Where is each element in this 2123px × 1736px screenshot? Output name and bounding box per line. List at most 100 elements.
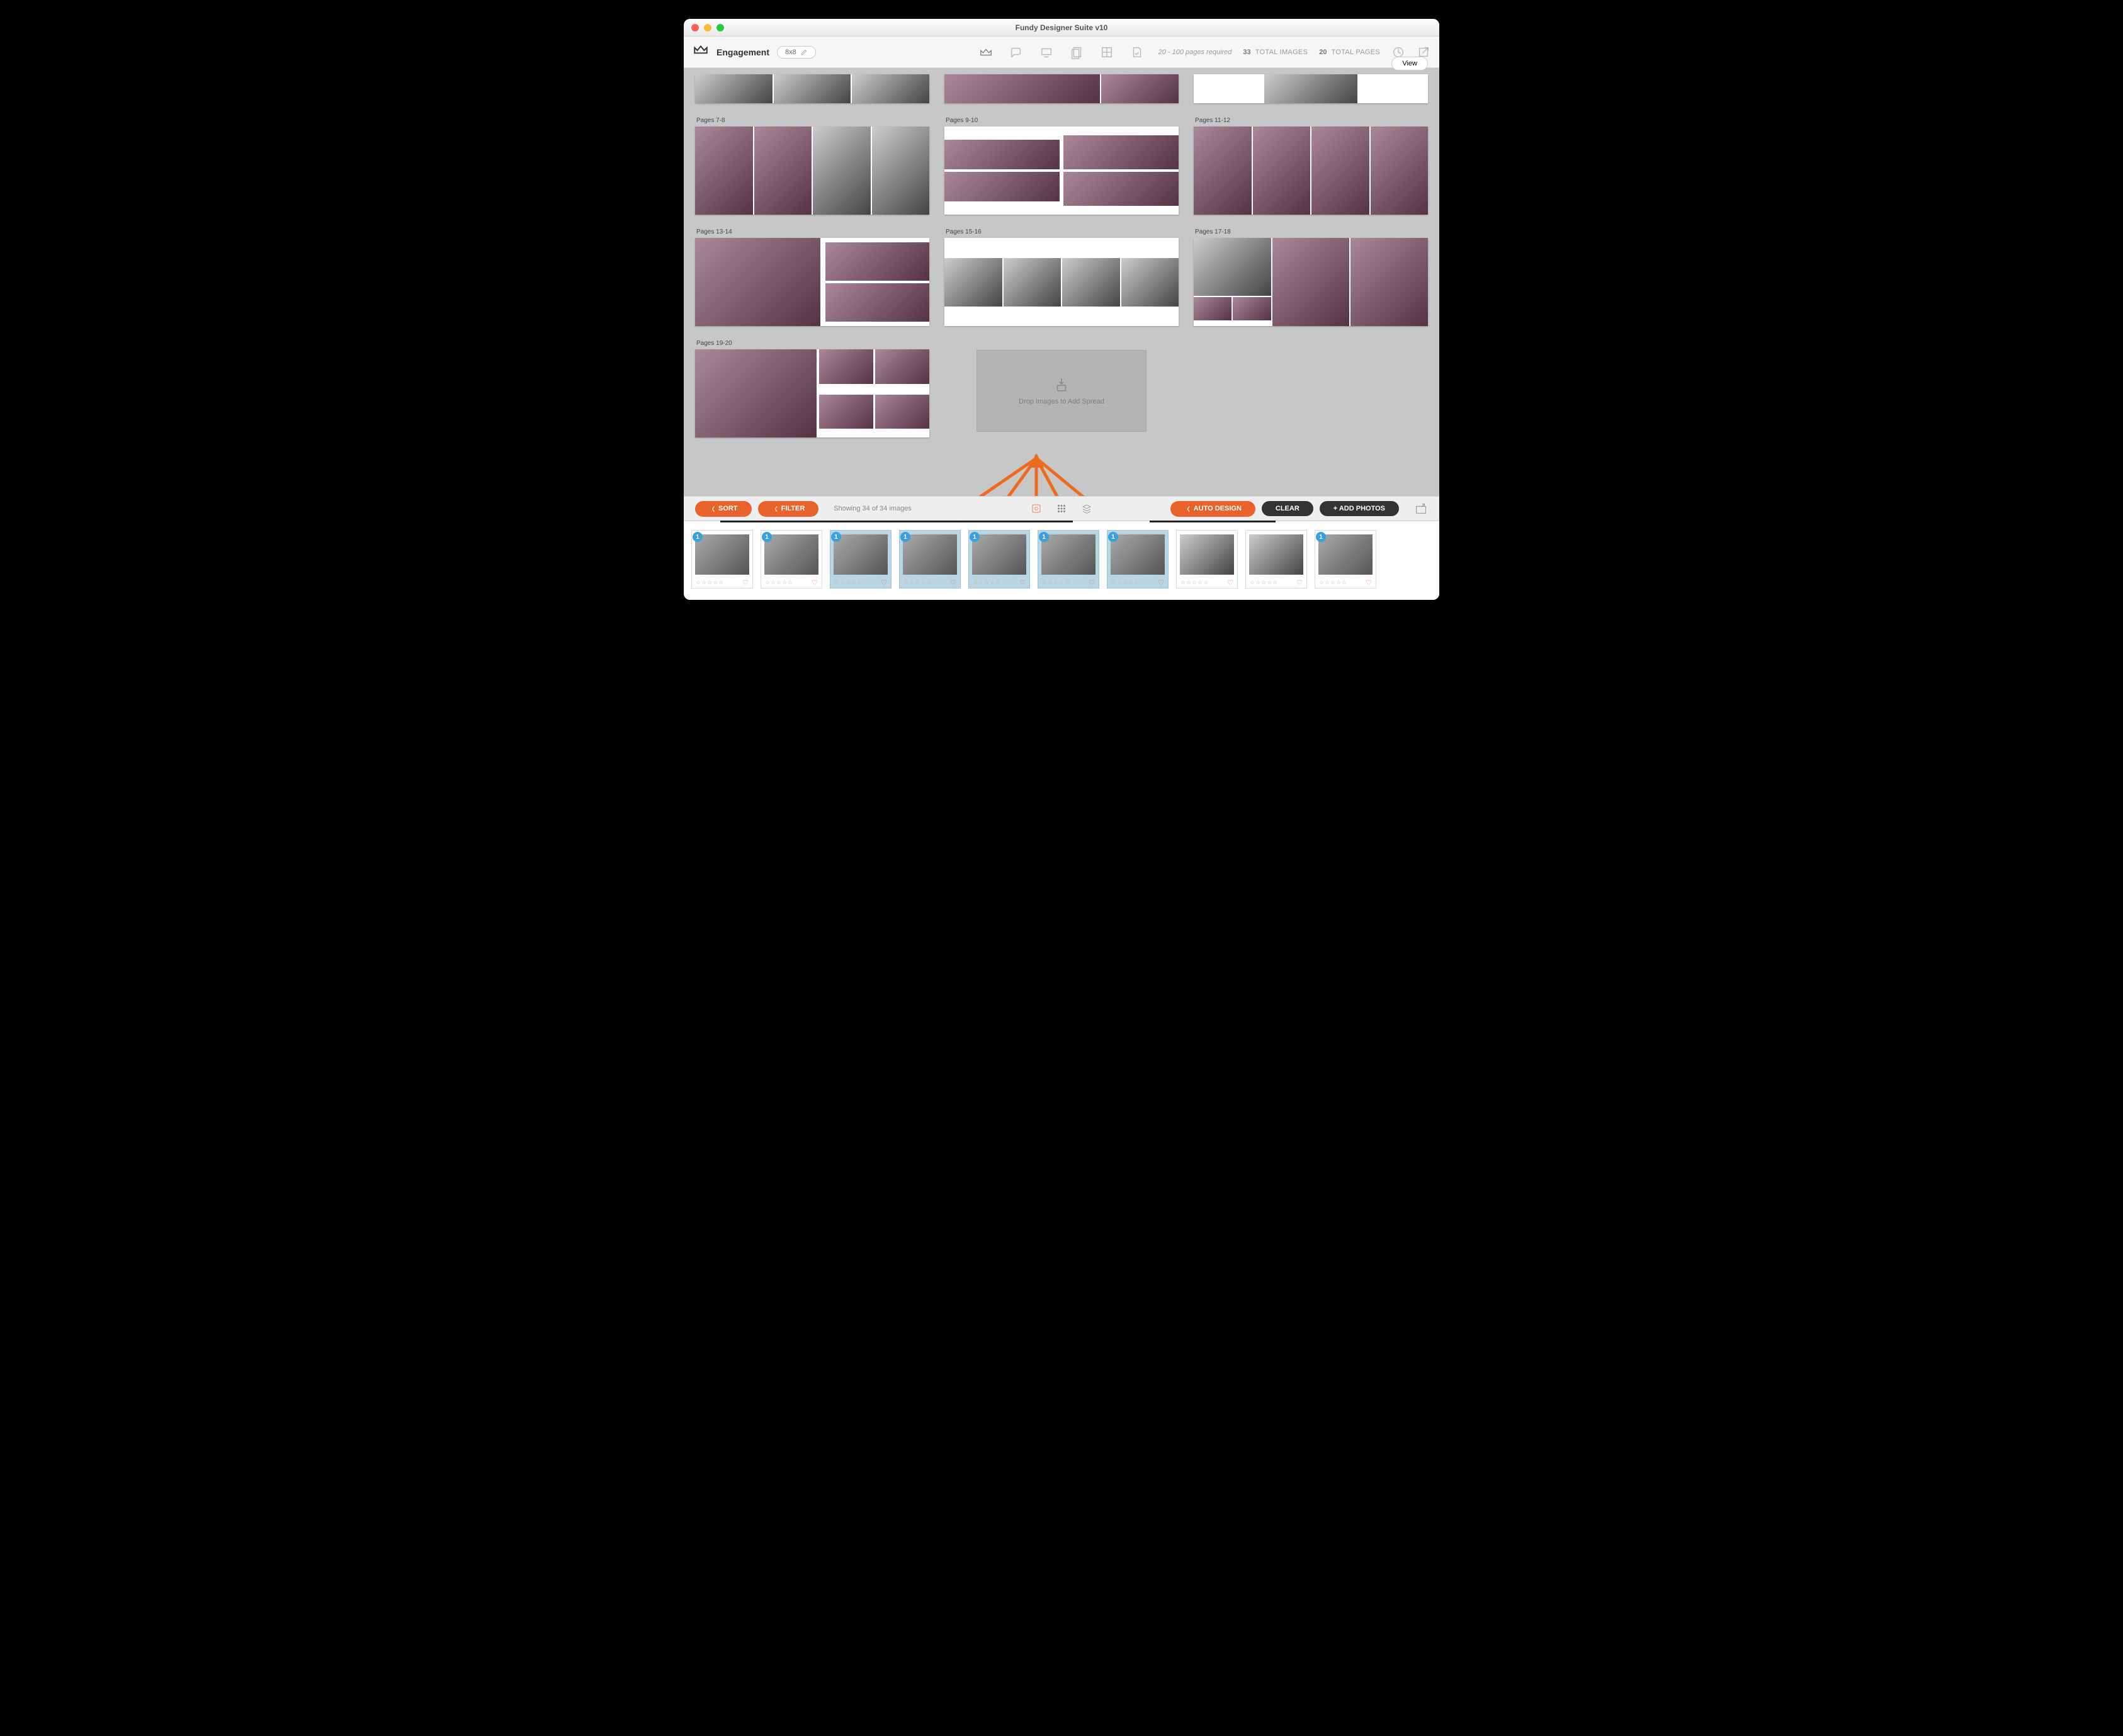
favorite-heart-icon[interactable]: ♡ <box>881 578 887 587</box>
image-thumbnail[interactable]: 1 <box>695 534 749 575</box>
image-card[interactable]: 1 ☆☆☆☆☆ ♡ <box>899 530 961 589</box>
favorite-heart-icon[interactable]: ♡ <box>1089 578 1095 587</box>
album-builder-icon[interactable] <box>979 45 993 59</box>
rating-stars[interactable]: ☆☆☆☆☆ <box>765 579 793 586</box>
rating-stars[interactable]: ☆☆☆☆☆ <box>973 579 1001 586</box>
edit-icon <box>800 48 808 56</box>
spread-label: Pages 15-16 <box>946 228 1179 235</box>
chevron-left-icon: 〈 <box>772 505 778 513</box>
view-button[interactable]: View <box>1391 57 1428 70</box>
card-footer: ☆☆☆☆☆ ♡ <box>1111 577 1164 587</box>
titlebar: Fundy Designer Suite v10 <box>684 19 1439 37</box>
rating-stars[interactable]: ☆☆☆☆☆ <box>834 579 863 586</box>
spread-canvas[interactable]: Pages 7-8 Pages 9-10 Pages 11-12 <box>684 68 1439 496</box>
image-thumbnail[interactable]: 1 <box>1111 534 1165 575</box>
favorite-heart-icon[interactable]: ♡ <box>1227 578 1233 587</box>
spread-cell[interactable]: Pages 13-14 <box>695 226 929 326</box>
auto-design-button[interactable]: 〈 AUTO DESIGN <box>1170 501 1255 517</box>
image-card[interactable]: 1 ☆☆☆☆☆ ♡ <box>830 530 892 589</box>
grid-view-icon[interactable] <box>1031 503 1042 514</box>
image-thumbnail[interactable]: 1 <box>834 534 888 575</box>
clear-button[interactable]: CLEAR <box>1262 501 1313 516</box>
favorite-heart-icon[interactable]: ♡ <box>1296 578 1303 587</box>
rating-stars[interactable]: ☆☆☆☆☆ <box>1250 579 1278 586</box>
favorite-heart-icon[interactable]: ♡ <box>812 578 818 587</box>
rating-stars[interactable]: ☆☆☆☆☆ <box>696 579 724 586</box>
image-card[interactable]: ☆☆☆☆☆ ♡ <box>1176 530 1238 589</box>
spread-cell[interactable]: Pages 19-20 <box>695 337 929 437</box>
card-footer: ☆☆☆☆☆ ♡ <box>1180 577 1233 587</box>
auto-design-label: AUTO DESIGN <box>1194 505 1242 512</box>
wall-art-icon[interactable] <box>1039 45 1053 59</box>
album-size-text: 8x8 <box>785 48 796 56</box>
card-footer: ☆☆☆☆☆ ♡ <box>834 577 887 587</box>
spread-cell[interactable]: Pages 7-8 <box>695 115 929 215</box>
favorite-heart-icon[interactable]: ♡ <box>742 578 749 587</box>
chevron-left-icon: 〈 <box>1184 505 1190 513</box>
image-card[interactable]: 1 ☆☆☆☆☆ ♡ <box>1315 530 1376 589</box>
toolbar: Engagement 8x8 ▼ 20 - 100 pages required… <box>684 37 1439 68</box>
spread-cell[interactable]: Pages 9-10 <box>944 115 1179 215</box>
image-card[interactable]: 1 ☆☆☆☆☆ ♡ <box>761 530 822 589</box>
stack-view-icon[interactable] <box>1081 503 1092 514</box>
image-thumbnail[interactable]: 1 <box>903 534 957 575</box>
rating-stars[interactable]: ☆☆☆☆☆ <box>1319 579 1347 586</box>
well-view-icons <box>1031 503 1092 514</box>
sort-button[interactable]: 〈 SORT <box>695 501 752 517</box>
spread-cell[interactable] <box>1194 74 1428 103</box>
card-footer: ☆☆☆☆☆ ♡ <box>1042 577 1095 587</box>
image-thumbnail[interactable]: 1 <box>972 534 1026 575</box>
usage-badge: 1 <box>762 532 772 542</box>
sort-label: SORT <box>718 505 738 512</box>
image-thumbnail[interactable] <box>1249 534 1303 575</box>
card-footer: ☆☆☆☆☆ ♡ <box>1319 577 1372 587</box>
toolbar-right: 20 - 100 pages required 33 TOTAL IMAGES … <box>1158 45 1430 59</box>
filter-button[interactable]: 〈 FILTER <box>758 501 819 517</box>
image-thumbnail[interactable]: 1 <box>1318 534 1373 575</box>
image-thumbnail[interactable] <box>1180 534 1234 575</box>
spread-cell[interactable] <box>944 74 1179 103</box>
project-name[interactable]: Engagement <box>716 47 769 57</box>
comments-icon[interactable] <box>1009 45 1023 59</box>
usage-badge: 1 <box>831 532 841 542</box>
spread-label: Pages 13-14 <box>696 228 929 235</box>
favorite-heart-icon[interactable]: ♡ <box>1158 578 1164 587</box>
spread-label: Pages 7-8 <box>696 117 929 124</box>
expand-well-icon[interactable] <box>1414 502 1428 516</box>
image-card[interactable]: 1 ☆☆☆☆☆ ♡ <box>1038 530 1099 589</box>
spread-cell[interactable]: Pages 17-18 <box>1194 226 1428 326</box>
dots-view-icon[interactable] <box>1056 503 1067 514</box>
total-pages-count: 20 <box>1319 48 1327 56</box>
cards-icon[interactable] <box>1070 45 1084 59</box>
image-card[interactable]: ☆☆☆☆☆ ♡ <box>1245 530 1307 589</box>
spread-label: Pages 17-18 <box>1195 228 1428 235</box>
rating-stars[interactable]: ☆☆☆☆☆ <box>1111 579 1140 586</box>
card-footer: ☆☆☆☆☆ ♡ <box>903 577 956 587</box>
usage-badge: 1 <box>1108 532 1118 542</box>
image-card[interactable]: 1 ☆☆☆☆☆ ♡ <box>1107 530 1169 589</box>
add-photos-button[interactable]: + ADD PHOTOS <box>1320 501 1399 516</box>
order-icon[interactable] <box>1130 45 1144 59</box>
spread-cell[interactable]: Pages 15-16 <box>944 226 1179 326</box>
favorite-heart-icon[interactable]: ♡ <box>1366 578 1372 587</box>
rating-stars[interactable]: ☆☆☆☆☆ <box>1180 579 1209 586</box>
album-size-pill[interactable]: 8x8 <box>777 46 816 59</box>
app-logo-icon <box>693 42 709 62</box>
clear-label: CLEAR <box>1276 505 1299 512</box>
total-pages-stat: 20 TOTAL PAGES <box>1319 48 1380 56</box>
image-card[interactable]: 1 ☆☆☆☆☆ ♡ <box>968 530 1030 589</box>
favorite-heart-icon[interactable]: ♡ <box>950 578 956 587</box>
total-pages-label: TOTAL PAGES <box>1332 48 1380 56</box>
image-thumbnail[interactable]: 1 <box>764 534 818 575</box>
image-thumbnail[interactable]: 1 <box>1041 534 1095 575</box>
layout-icon[interactable] <box>1100 45 1114 59</box>
rating-stars[interactable]: ☆☆☆☆☆ <box>903 579 932 586</box>
usage-badge: 1 <box>693 532 703 542</box>
rating-stars[interactable]: ☆☆☆☆☆ <box>1042 579 1070 586</box>
drop-images-zone[interactable]: Drop Images to Add Spread <box>977 350 1146 432</box>
image-card[interactable]: 1 ☆☆☆☆☆ ♡ <box>691 530 753 589</box>
spread-cell[interactable]: Pages 11-12 <box>1194 115 1428 215</box>
spread-cell[interactable] <box>695 74 929 103</box>
image-well[interactable]: 1 ☆☆☆☆☆ ♡ 1 ☆☆☆☆☆ ♡ 1 ☆☆☆☆☆ ♡ 1 ☆☆☆☆☆ ♡ 1 ☆☆☆☆☆ ♡ 1 ☆☆☆☆… <box>684 521 1439 600</box>
favorite-heart-icon[interactable]: ♡ <box>1019 578 1026 587</box>
